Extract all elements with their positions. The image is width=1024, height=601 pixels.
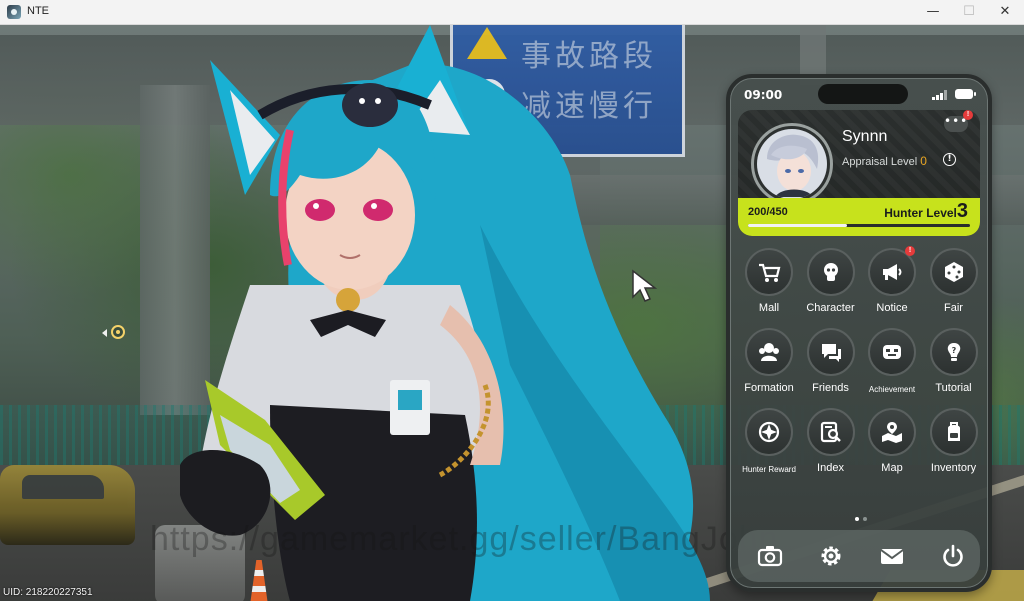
app-label: Tutorial	[935, 382, 972, 394]
achievement-icon	[883, 345, 901, 359]
game-scene[interactable]: 事故路段 减速慢行 UID: 218220227351 https://game…	[0, 25, 1024, 601]
mail-icon	[880, 549, 904, 564]
page-dot[interactable]	[863, 517, 867, 521]
xp-text: 200/450	[748, 206, 788, 218]
page-dot[interactable]	[855, 517, 859, 521]
appraisal-level: Appraisal Level 0	[842, 154, 927, 168]
app-icon-circle	[806, 408, 855, 456]
mail-button[interactable]	[878, 542, 906, 570]
app-icon-circle	[929, 408, 978, 456]
hunter-level-label: Hunter Level	[884, 206, 957, 220]
app-achievement-button[interactable]: Achievement	[861, 326, 923, 398]
app-icon-circle: ?	[929, 328, 978, 376]
close-button[interactable]: ✕	[987, 0, 1023, 25]
hunter-level: Hunter Level3	[884, 200, 968, 223]
app-notice-button[interactable]: Notice!	[861, 246, 923, 318]
compass-icon	[758, 421, 780, 443]
page-indicator	[855, 517, 871, 521]
power-button[interactable]	[939, 542, 967, 570]
avatar[interactable]	[754, 126, 830, 202]
camera-button[interactable]	[756, 542, 784, 570]
notification-badge: !	[905, 246, 915, 256]
hunter-level-value: 3	[956, 200, 968, 222]
app-icon-circle	[868, 408, 916, 456]
hunter-level-bar: 200/450 Hunter Level3	[738, 198, 980, 236]
appraisal-value: 0	[920, 154, 927, 168]
objective-marker[interactable]	[102, 325, 132, 343]
app-character-button[interactable]: Character	[800, 246, 862, 318]
window-title: NTE	[27, 5, 49, 17]
megaphone-icon	[883, 264, 902, 280]
xp-progress-fill	[748, 224, 847, 227]
app-icon-circle	[868, 328, 916, 376]
watermark-text: https://gamemarket.gg/seller/BangJohn	[150, 520, 779, 558]
backpack-icon	[947, 422, 960, 441]
settings-button[interactable]	[817, 542, 845, 570]
app-map-button[interactable]: Map	[861, 406, 923, 478]
phone-dock	[738, 530, 980, 582]
app-index-button[interactable]: Index	[800, 406, 862, 478]
app-tutorial-button[interactable]: ? Tutorial	[923, 326, 985, 398]
app-icon-circle	[745, 408, 793, 456]
player-name: Synnn	[842, 128, 888, 145]
lightbulb-icon: ?	[947, 343, 960, 361]
app-hunter-reward-button[interactable]: Hunter Reward	[738, 406, 800, 478]
battery-icon	[955, 89, 976, 99]
target-ring-icon	[111, 325, 125, 339]
character-sprite	[180, 25, 710, 601]
map-pin-icon	[882, 422, 902, 443]
app-icon-circle	[806, 328, 855, 376]
app-icon-circle	[806, 248, 855, 296]
player-uid: UID: 218220227351	[3, 587, 93, 598]
window-titlebar: NTE — ☐ ✕	[0, 0, 1024, 25]
avatar-portrait-icon	[757, 129, 827, 199]
app-mall-button[interactable]: Mall	[738, 246, 800, 318]
phone-notch	[818, 84, 908, 104]
cart-icon	[759, 263, 781, 282]
app-formation-button[interactable]: Formation	[738, 326, 800, 398]
app-logo-icon	[7, 5, 21, 19]
book-search-icon	[820, 421, 841, 443]
phone-menu: 09:00 ••• ! Synnn Appraisal Level 0 ! 20…	[726, 74, 992, 592]
chat-bubbles-icon	[821, 344, 841, 362]
notification-badge: !	[963, 110, 973, 120]
app-fair-button[interactable]: Fair	[923, 246, 985, 318]
profile-card[interactable]: ••• ! Synnn Appraisal Level 0 ! 200/450 …	[738, 110, 980, 236]
minimize-button[interactable]: —	[915, 0, 951, 25]
settings-gear-icon	[821, 546, 841, 566]
app-label: Fair	[944, 302, 963, 314]
signal-icon	[932, 90, 948, 100]
character-icon	[823, 263, 838, 281]
camera-icon	[757, 546, 783, 567]
svg-text:?: ?	[951, 346, 956, 355]
app-icon-circle	[745, 328, 793, 376]
app-inventory-button[interactable]: Inventory	[923, 406, 985, 478]
maximize-button[interactable]: ☐	[951, 0, 987, 25]
mouse-cursor-icon	[632, 269, 658, 302]
xp-progress-track	[748, 224, 970, 227]
app-icon-circle	[745, 248, 793, 296]
app-icon-circle	[929, 248, 978, 296]
parked-car	[0, 465, 135, 545]
formation-icon	[759, 343, 779, 361]
marker-arrow-icon	[102, 329, 107, 337]
dice-icon	[944, 262, 963, 282]
power-icon	[943, 544, 963, 567]
appraisal-label: Appraisal Level	[842, 156, 918, 168]
status-time: 09:00	[744, 88, 783, 102]
app-label: Inventory	[930, 462, 977, 474]
info-icon[interactable]: !	[943, 153, 956, 166]
app-friends-button[interactable]: Friends	[800, 326, 862, 398]
